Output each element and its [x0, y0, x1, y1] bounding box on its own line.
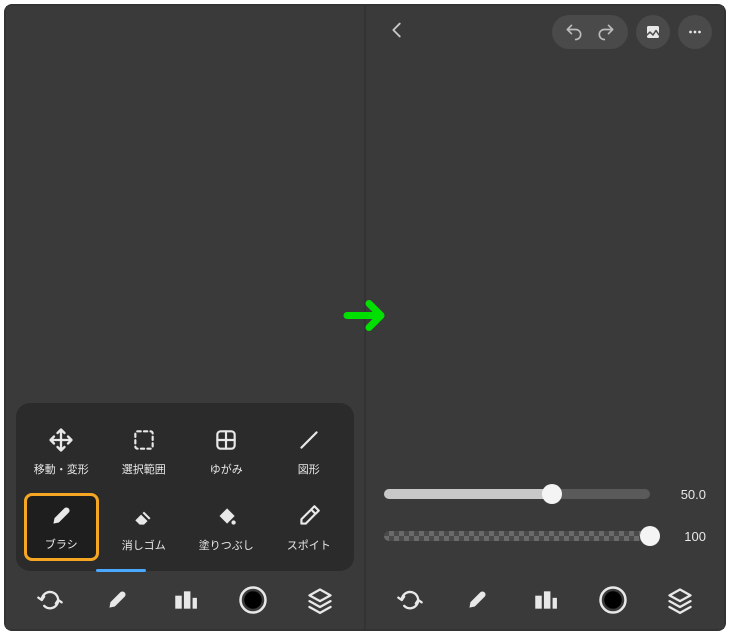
layers-button[interactable]	[661, 581, 699, 619]
rotate-button[interactable]	[391, 581, 429, 619]
transition-arrow-icon	[341, 291, 389, 344]
palette-button[interactable]	[166, 581, 204, 619]
image-button[interactable]	[636, 15, 670, 49]
tool-brush[interactable]: ブラシ	[24, 493, 99, 561]
color-button[interactable]	[234, 581, 272, 619]
tool-distort[interactable]: ゆがみ	[189, 417, 264, 485]
slider-panel: 50.0 100	[366, 473, 724, 571]
tool-label: 移動・変形	[34, 461, 89, 477]
tool-label: 塗りつぶし	[199, 537, 254, 553]
tool-fill[interactable]: 塗りつぶし	[189, 493, 264, 561]
line-icon	[294, 425, 324, 455]
tool-label: ブラシ	[45, 536, 78, 552]
undo-button[interactable]	[558, 18, 590, 46]
brush-button[interactable]	[98, 581, 136, 619]
back-button[interactable]	[378, 15, 416, 50]
bottom-toolbar	[366, 571, 724, 629]
tool-label: 図形	[298, 461, 320, 477]
rotate-button[interactable]	[31, 581, 69, 619]
top-toolbar	[366, 6, 724, 58]
move-icon	[46, 425, 76, 455]
bottom-toolbar	[6, 571, 364, 629]
tool-select[interactable]: 選択範囲	[107, 417, 182, 485]
tool-label: スポイト	[287, 537, 331, 553]
tool-grid: 移動・変形 選択範囲 ゆがみ 図形	[16, 403, 354, 571]
tool-label: ゆがみ	[210, 461, 243, 477]
size-slider[interactable]	[384, 489, 650, 499]
undo-redo-pill	[552, 15, 628, 49]
tool-eyedropper[interactable]: スポイト	[272, 493, 347, 561]
size-slider-row: 50.0	[384, 473, 706, 515]
screen-before: 移動・変形 選択範囲 ゆがみ 図形	[6, 6, 364, 629]
tool-eraser[interactable]: 消しゴム	[107, 493, 182, 561]
color-button[interactable]	[594, 581, 632, 619]
tool-label: 選択範囲	[122, 461, 166, 477]
opacity-value: 100	[666, 529, 706, 544]
redo-button[interactable]	[590, 18, 622, 46]
selection-icon	[129, 425, 159, 455]
eyedropper-icon	[294, 501, 324, 531]
bucket-icon	[211, 501, 241, 531]
brush-icon	[46, 502, 76, 530]
tool-label: 消しゴム	[122, 537, 166, 553]
tool-shape[interactable]: 図形	[272, 417, 347, 485]
tool-move[interactable]: 移動・変形	[24, 417, 99, 485]
more-button[interactable]	[678, 15, 712, 49]
grid-icon	[211, 425, 241, 455]
screen-after: 50.0 100	[366, 6, 724, 629]
eraser-icon	[129, 501, 159, 531]
opacity-slider-row: 100	[384, 515, 706, 557]
brush-button[interactable]	[458, 581, 496, 619]
size-value: 50.0	[666, 487, 706, 502]
canvas[interactable]	[366, 58, 724, 473]
opacity-slider[interactable]	[384, 531, 650, 541]
layers-button[interactable]	[301, 581, 339, 619]
canvas[interactable]	[6, 6, 364, 403]
palette-button[interactable]	[526, 581, 564, 619]
